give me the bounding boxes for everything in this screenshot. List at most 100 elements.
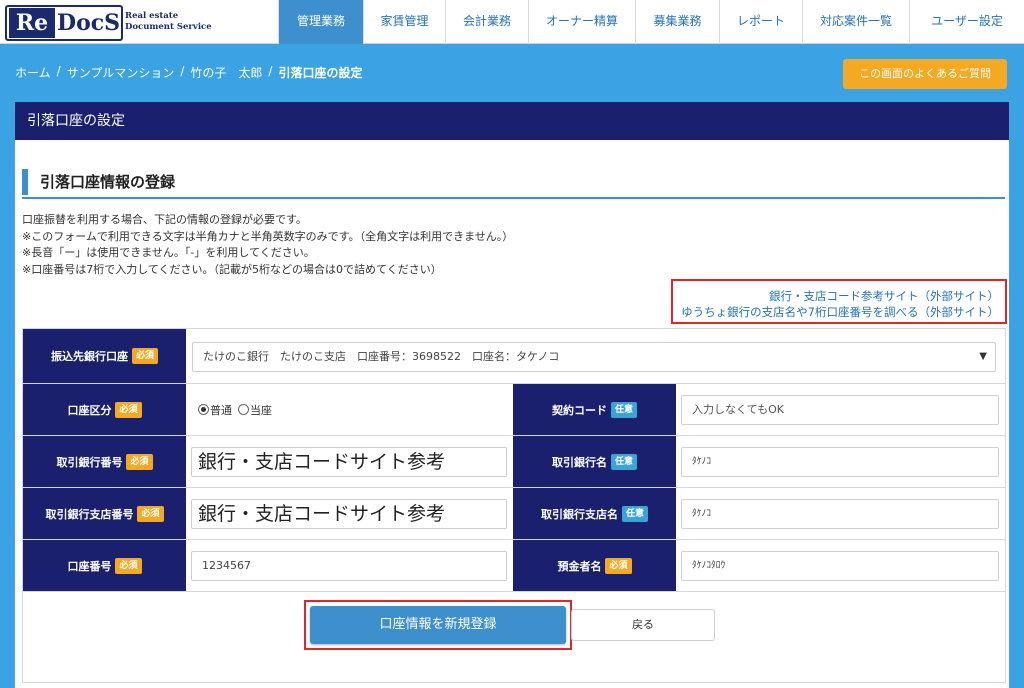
label-text: 口座番号 — [67, 559, 112, 573]
app-header: Re DocS Real estate Document Service 管理業… — [0, 0, 1024, 44]
section-title: 引落口座情報の登録 — [40, 173, 176, 191]
nav-item-user-settings[interactable]: ユーザー設定 — [909, 0, 1024, 44]
bank-code-site-link[interactable]: 銀行・支店コード参考サイト（外部サイト） — [673, 288, 999, 304]
radio-selected-icon — [198, 404, 209, 415]
label-text: 預金者名 — [557, 559, 602, 573]
label-text: 口座区分 — [67, 403, 112, 417]
branch-name-input[interactable]: ﾀｹﾉｺ — [681, 499, 999, 529]
chevron-down-icon: ▼ — [979, 351, 987, 362]
holder-name-cell: ﾀｹﾉｺﾀﾛｳ — [676, 540, 1005, 591]
optional-badge: 任意 — [610, 453, 637, 470]
account-type-radio-group: 普通 当座 — [198, 384, 278, 435]
account-number-label: 口座番号 必須 — [23, 540, 186, 591]
register-button-highlight: 口座情報を新規登録 — [304, 600, 572, 650]
bank-number-label: 取引銀行番号 必須 — [23, 436, 186, 487]
breadcrumb-current: 引落口座の設定 — [278, 66, 363, 80]
destination-account-cell: たけのこ銀行 たけのこ支店 口座番号：3698522 口座名：タケノコ ▼ — [186, 329, 1005, 383]
branch-name-label: 取引銀行支店名 任意 — [513, 488, 676, 539]
branch-number-cell: 銀行・支店コードサイト参考 — [186, 488, 513, 539]
form-row-account: 口座番号 必須 1234567 預金者名 必須 ﾀｹﾉｺﾀﾛｳ — [23, 540, 1005, 592]
account-number-cell: 1234567 — [186, 540, 513, 591]
nav-item-report[interactable]: レポート — [719, 0, 802, 44]
radio-ordinary[interactable]: 普通 — [198, 402, 232, 418]
destination-account-label: 振込先銀行口座 必須 — [23, 329, 186, 383]
bank-name-input[interactable]: ﾀｹﾉｺ — [681, 447, 999, 477]
destination-account-select[interactable]: たけのこ銀行 たけのこ支店 口座番号：3698522 口座名：タケノコ ▼ — [192, 342, 996, 372]
optional-badge: 任意 — [610, 401, 637, 418]
breadcrumb-building[interactable]: サンプルマンション — [67, 64, 175, 81]
logo-tagline-line1: Real estate — [125, 11, 179, 21]
instruction-line: ※口座番号は7桁で入力してください。（記載が5桁などの場合は0で詰めてください） — [22, 262, 442, 276]
optional-badge: 任意 — [621, 505, 648, 522]
label-text: 契約コード — [551, 403, 607, 417]
instruction-line: 口座振替を利用する場合、下記の情報の登録が必要です。 — [22, 213, 307, 226]
branch-number-input[interactable]: 銀行・支店コードサイト参考 — [191, 499, 507, 529]
logo-tagline-line2: Document Service — [125, 22, 212, 32]
branch-name-cell: ﾀｹﾉｺ — [676, 488, 1005, 539]
main-panel: 引落口座の設定 引落口座情報の登録 口座振替を利用する場合、下記の情報の登録が必… — [15, 102, 1009, 688]
label-text: 振込先銀行口座 — [50, 350, 128, 363]
required-badge: 必須 — [126, 453, 153, 470]
label-text: 取引銀行支店名 — [540, 507, 618, 521]
nav-item-owner-settlement[interactable]: オーナー精算 — [528, 0, 635, 44]
nav-item-rent[interactable]: 家賃管理 — [363, 0, 445, 44]
account-number-input[interactable]: 1234567 — [191, 551, 507, 581]
required-badge: 必須 — [115, 557, 142, 574]
radio-label: 普通 — [210, 403, 232, 417]
instructions: 口座振替を利用する場合、下記の情報の登録が必要です。 ※このフォームで利用できる… — [22, 212, 513, 278]
holder-name-input[interactable]: ﾀｹﾉｺﾀﾛｳ — [681, 551, 999, 581]
required-badge: 必須 — [115, 401, 142, 418]
bank-name-label: 取引銀行名 任意 — [513, 436, 676, 487]
radio-unselected-icon — [238, 404, 249, 415]
radio-current[interactable]: 当座 — [238, 402, 272, 418]
section-header: 引落口座情報の登録 — [22, 166, 1005, 199]
account-type-label: 口座区分 必須 — [23, 384, 186, 435]
main-nav: 管理業務 家賃管理 会計業務 オーナー精算 募集業務 レポート 対応案件一覧 ユ… — [278, 0, 1024, 44]
select-value: たけのこ銀行 たけのこ支店 口座番号：3698522 口座名：タケノコ — [203, 350, 560, 363]
logo-docs: DocS — [57, 10, 121, 36]
required-badge: 必須 — [137, 505, 164, 522]
breadcrumb-separator: / — [56, 64, 61, 78]
logo-tagline: Real estate Document Service — [125, 11, 220, 33]
label-text: 取引銀行名 — [551, 455, 607, 469]
breadcrumb-separator: / — [180, 64, 185, 78]
holder-name-label: 預金者名 必須 — [513, 540, 676, 591]
form-row-destination: 振込先銀行口座 必須 たけのこ銀行 たけのこ支店 口座番号：3698522 口座名… — [23, 329, 1005, 384]
nav-item-cases[interactable]: 対応案件一覧 — [802, 0, 909, 44]
nav-item-accounting[interactable]: 会計業務 — [445, 0, 528, 44]
instruction-line: ※長音「ー」は使用できません。「-」を利用してください。 — [22, 246, 315, 259]
breadcrumb: ホーム / サンプルマンション / 竹の子 太郎 / 引落口座の設定 — [15, 64, 362, 81]
label-text: 取引銀行番号 — [56, 455, 123, 469]
bank-number-input[interactable]: 銀行・支店コードサイト参考 — [191, 447, 507, 477]
branch-number-label: 取引銀行支店番号 必須 — [23, 488, 186, 539]
contract-code-cell: 入力しなくてもOK — [676, 384, 1005, 435]
breadcrumb-separator: / — [268, 64, 273, 78]
bank-number-cell: 銀行・支店コードサイト参考 — [186, 436, 513, 487]
bank-name-cell: ﾀｹﾉｺ — [676, 436, 1005, 487]
nav-item-recruitment[interactable]: 募集業務 — [635, 0, 719, 44]
logo-re: Re — [9, 8, 55, 38]
section-accent-bar — [22, 169, 28, 195]
nav-item-management[interactable]: 管理業務 — [278, 0, 363, 44]
yucho-lookup-link[interactable]: ゆうちょ銀行の支店名や7桁口座番号を調べる（外部サイト） — [673, 304, 999, 320]
redocs-logo[interactable]: Re DocS Real estate Document Service — [5, 5, 215, 41]
breadcrumb-owner[interactable]: 竹の子 太郎 — [190, 64, 262, 81]
form-row-bank: 取引銀行番号 必須 銀行・支店コードサイト参考 取引銀行名 任意 ﾀｹﾉｺ — [23, 436, 1005, 488]
breadcrumb-home[interactable]: ホーム — [15, 64, 51, 81]
contract-code-input[interactable]: 入力しなくてもOK — [681, 395, 999, 425]
contract-code-label: 契約コード 任意 — [513, 384, 676, 435]
required-badge: 必須 — [131, 348, 158, 364]
faq-button[interactable]: この画面のよくあるご質問 — [843, 59, 1007, 89]
account-type-cell: 普通 当座 — [186, 384, 513, 435]
register-account-button[interactable]: 口座情報を新規登録 — [310, 606, 566, 644]
back-button[interactable]: 戻る — [571, 609, 715, 641]
form-row-account-type: 口座区分 必須 普通 当座 契約コード 任意 入力しなくてもOK — [23, 384, 1005, 436]
form-row-branch: 取引銀行支店番号 必須 銀行・支店コードサイト参考 取引銀行支店名 任意 ﾀｹﾉｺ — [23, 488, 1005, 540]
page-title: 引落口座の設定 — [15, 102, 1009, 140]
label-text: 取引銀行支店番号 — [45, 507, 134, 521]
logo-mark: Re DocS — [5, 5, 123, 41]
instruction-line: ※このフォームで利用できる文字は半角カナと半角英数字のみです。（全角文字は利用で… — [22, 229, 514, 243]
required-badge: 必須 — [605, 557, 632, 574]
radio-label: 当座 — [250, 403, 272, 417]
external-links-box: 銀行・支店コード参考サイト（外部サイト） ゆうちょ銀行の支店名や7桁口座番号を調… — [671, 279, 1007, 324]
